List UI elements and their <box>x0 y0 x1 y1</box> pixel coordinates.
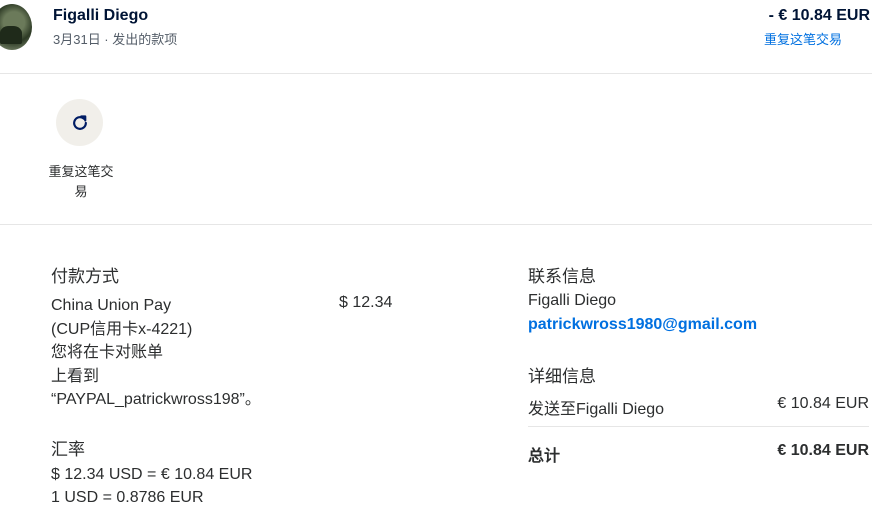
header-divider <box>0 73 872 74</box>
sent-to-label: 发送至Figalli Diego <box>528 401 665 418</box>
payment-method-details: China Union Pay (CUP信用卡x-4221) 您将在卡对账单 上… <box>51 294 311 412</box>
repeat-transaction-label: 重复这笔交易 <box>48 164 114 199</box>
repeat-transaction-link[interactable]: 重复这笔交易 <box>764 29 842 48</box>
payment-method-line: 您将在卡对账单 <box>51 344 164 361</box>
total-amount: € 10.84 EUR <box>777 442 869 459</box>
refresh-icon <box>72 114 87 130</box>
payment-method-title: 付款方式 <box>51 267 119 286</box>
sent-to-amount: € 10.84 EUR <box>777 395 869 412</box>
contact-email-link[interactable]: patrickwross1980@gmail.com <box>528 316 757 334</box>
exchange-rate-conversion: $ 12.34 USD = € 10.84 EUR <box>51 466 253 483</box>
contact-name: Figalli Diego <box>528 292 617 309</box>
transaction-amount: - € 10.84 EUR <box>768 7 870 24</box>
details-divider <box>528 426 869 427</box>
contact-info-title: 联系信息 <box>528 267 596 286</box>
payment-method-amount: $ 12.34 <box>339 294 393 311</box>
payment-method-line: (CUP信用卡x-4221) <box>51 320 193 338</box>
merchant-name: Figalli Diego <box>53 7 149 24</box>
transaction-meta: 3月31日 · 发出的款项 <box>53 32 178 47</box>
avatar <box>0 4 32 50</box>
details-title: 详细信息 <box>528 367 596 386</box>
action-divider <box>0 224 872 225</box>
total-label: 总计 <box>528 448 561 465</box>
payment-method-line: 上看到 <box>51 367 100 385</box>
exchange-rate-title: 汇率 <box>51 440 85 459</box>
repeat-transaction-button[interactable] <box>56 99 103 146</box>
payment-method-line: “PAYPAL_patrickwross198”。 <box>51 391 261 408</box>
exchange-rate-unit: 1 USD = 0.8786 EUR <box>51 489 204 506</box>
payment-method-line: China Union Pay <box>51 297 172 314</box>
